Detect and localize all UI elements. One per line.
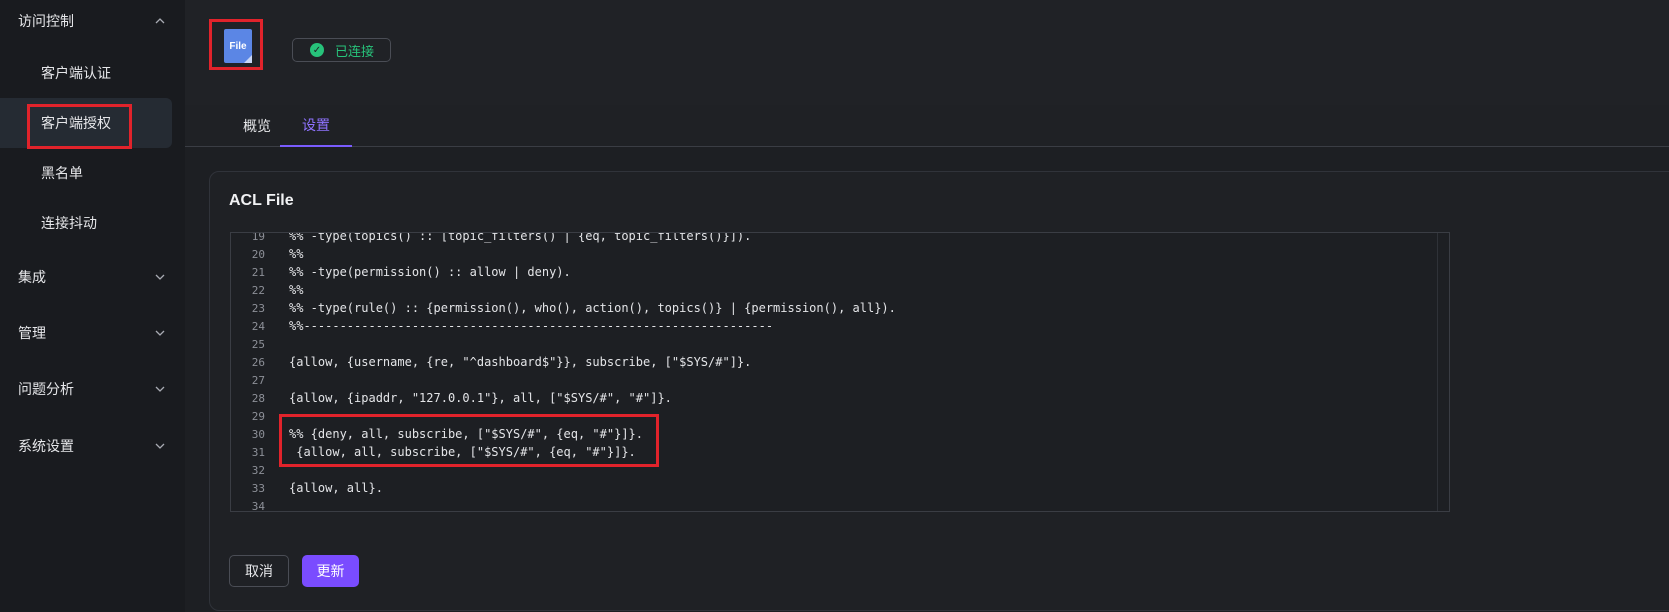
code-text: %% [289, 283, 304, 297]
nav-group-access-control[interactable]: 访问控制 [0, 3, 185, 39]
code-line: 23 %% -type(rule() :: {permission(), who(… [231, 299, 1431, 317]
line-number: 21 [251, 265, 265, 279]
card-title: ACL File [229, 192, 294, 209]
line-number: 34 [251, 499, 265, 512]
code-text: %% -type(permission() :: allow | deny). [289, 265, 571, 279]
code-text: %% {deny, all, subscribe, ["$SYS/#", {eq… [289, 427, 644, 441]
sidebar-item-client-auth[interactable]: 客户端认证 [0, 48, 172, 98]
code-text: {allow, {username, {re, "^dashboard$"}},… [289, 355, 752, 369]
sidebar-item-client-authorization[interactable]: 客户端授权 [0, 98, 172, 148]
chevron-down-icon [155, 328, 165, 338]
line-number: 29 [251, 409, 265, 423]
nav-group-label: 集成 [18, 269, 46, 285]
check-circle-icon: ✓ [310, 43, 324, 57]
line-number: 26 [251, 355, 265, 369]
nav-group-management[interactable]: 管理 [0, 315, 185, 351]
line-number: 30 [251, 427, 265, 441]
sidebar-item-blacklist[interactable]: 黑名单 [0, 148, 172, 198]
code-line: 19 %% -type(topics() :: [topic_filters() … [231, 232, 1431, 245]
code-line: 26 {allow, {username, {re, "^dashboard$"}… [231, 353, 1431, 371]
chevron-down-icon [155, 384, 165, 394]
code-editor[interactable]: 19 %% -type(topics() :: [topic_filters() … [230, 232, 1450, 512]
nav-group-label: 系统设置 [18, 438, 74, 454]
nav-group-integration[interactable]: 集成 [0, 259, 185, 295]
line-number: 20 [251, 247, 265, 261]
code-line: 28 {allow, {ipaddr, "127.0.0.1"}, all, ["… [231, 389, 1431, 407]
file-icon: File [224, 29, 252, 63]
code-text: %% -type(rule() :: {permission(), who(),… [289, 301, 896, 315]
nav-group-label: 访问控制 [18, 13, 74, 29]
app-root: 访问控制 客户端认证 客户端授权 黑名单 连接抖动 集成 管理 问题分析 系统设… [0, 0, 1669, 612]
code-line: 22%% [231, 281, 1431, 299]
chevron-down-icon [155, 441, 165, 451]
line-number: 25 [251, 337, 265, 351]
nav-group-label: 问题分析 [18, 381, 74, 397]
code-text: {allow, {ipaddr, "127.0.0.1"}, all, ["$S… [289, 391, 672, 405]
line-number: 22 [251, 283, 265, 297]
code-text: %% -type(topics() :: [topic_filters() | … [289, 232, 752, 243]
line-number: 32 [251, 463, 265, 477]
code-line: 25 [231, 335, 1431, 353]
update-button[interactable]: 更新 [302, 555, 359, 587]
code-line: 33 {allow, all}. [231, 479, 1431, 497]
code-line: 20%% [231, 245, 1431, 263]
nav-group-label: 管理 [18, 325, 46, 341]
code-text: %% [289, 247, 304, 261]
cancel-button[interactable]: 取消 [229, 555, 289, 587]
line-number: 33 [251, 481, 265, 495]
code-line: 32 [231, 461, 1431, 479]
code-line: 34 [231, 497, 1431, 512]
sidebar-item-label: 连接抖动 [41, 215, 97, 231]
code-text: {allow, all}. [289, 481, 383, 495]
chevron-down-icon [155, 272, 165, 282]
tab-bar: 概览 设置 [185, 105, 1669, 147]
tab-settings[interactable]: 设置 [280, 105, 352, 147]
code-text: {allow, all, subscribe, ["$SYS/#", {eq, … [289, 445, 636, 459]
tab-label: 概览 [243, 118, 271, 134]
status-badge: ✓ 已连接 [292, 38, 391, 62]
sidebar-item-flapping[interactable]: 连接抖动 [0, 198, 172, 248]
line-number: 23 [251, 301, 265, 315]
page-header [185, 0, 1669, 105]
code-line: 30 %% {deny, all, subscribe, ["$SYS/#", {… [231, 425, 1431, 443]
editor-scrollbar[interactable] [1437, 233, 1449, 511]
status-text: 已连接 [335, 43, 375, 59]
code-line: 29 [231, 407, 1431, 425]
line-number: 31 [251, 445, 265, 459]
tab-label: 设置 [302, 117, 330, 133]
code-text: %%--------------------------------------… [289, 319, 774, 333]
sidebar-item-label: 黑名单 [41, 165, 83, 181]
nav-group-system-settings[interactable]: 系统设置 [0, 428, 185, 464]
code-line: 24 %%------------------------------------… [231, 317, 1431, 335]
sidebar: 访问控制 客户端认证 客户端授权 黑名单 连接抖动 集成 管理 问题分析 系统设… [0, 0, 185, 612]
code-line: 21 %% -type(permission() :: allow | deny)… [231, 263, 1431, 281]
line-number: 28 [251, 391, 265, 405]
chevron-up-icon [155, 16, 165, 26]
file-icon-label: File [229, 40, 247, 52]
line-number: 19 [251, 232, 265, 243]
nav-group-diagnostics[interactable]: 问题分析 [0, 371, 185, 407]
sidebar-item-label: 客户端授权 [41, 115, 111, 131]
line-number: 24 [251, 319, 265, 333]
line-number: 27 [251, 373, 265, 387]
sidebar-item-label: 客户端认证 [41, 65, 111, 81]
code-line: 27 [231, 371, 1431, 389]
code-line: 31 {allow, all, subscribe, ["$SYS/#", {e… [231, 443, 1431, 461]
